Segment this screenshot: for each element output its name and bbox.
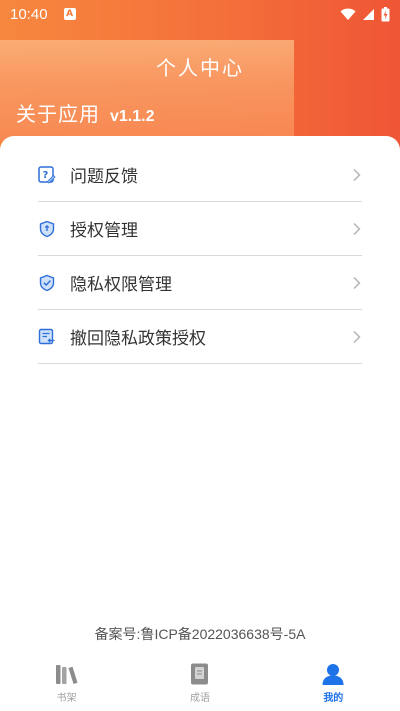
revoke-icon xyxy=(38,328,56,346)
tab-idioms[interactable]: 成语 xyxy=(133,656,266,711)
settings-menu: ? 问题反馈 授权管理 隐私权限管理 撤回隐私政策授权 xyxy=(38,148,362,364)
menu-item-privacy-permissions[interactable]: 隐私权限管理 xyxy=(38,256,362,310)
menu-item-feedback[interactable]: ? 问题反馈 xyxy=(38,148,362,202)
status-bar: 10:40 A xyxy=(0,0,400,28)
signal-icon xyxy=(363,8,374,20)
shield-icon xyxy=(38,220,56,238)
chevron-right-icon xyxy=(353,276,361,289)
tab-mine[interactable]: 我的 xyxy=(267,656,400,711)
battery-icon xyxy=(381,6,390,21)
about-app-label: 关于应用 xyxy=(16,102,100,126)
chevron-right-icon xyxy=(353,222,361,235)
menu-item-label: 隐私权限管理 xyxy=(70,275,172,295)
status-time: 10:40 xyxy=(10,5,48,23)
idiom-book-icon xyxy=(190,663,208,685)
about-app: 关于应用 v1.1.2 xyxy=(16,98,154,127)
chevron-right-icon xyxy=(353,168,361,181)
wifi-icon xyxy=(340,8,356,20)
menu-item-authorization[interactable]: 授权管理 xyxy=(38,202,362,256)
shield-check-icon xyxy=(38,274,56,292)
menu-item-label: 问题反馈 xyxy=(70,167,138,187)
notification-badge-icon: A xyxy=(63,8,76,20)
icp-record-number: 备案号:鲁ICP备2022036638号-5A xyxy=(94,626,306,642)
app-version: v1.1.2 xyxy=(110,108,155,125)
page-title: 个人中心 xyxy=(156,56,244,80)
tab-label: 我的 xyxy=(323,693,344,704)
tab-bookshelf[interactable]: 书架 xyxy=(0,656,133,711)
bottom-tab-bar: 书架 成语 我的 xyxy=(0,656,400,711)
menu-item-revoke-privacy[interactable]: 撤回隐私政策授权 xyxy=(38,310,362,364)
feedback-icon: ? xyxy=(38,165,56,184)
svg-text:?: ? xyxy=(43,170,49,181)
content-card: ? 问题反馈 授权管理 隐私权限管理 撤回隐私政策授权 xyxy=(0,136,400,656)
person-icon xyxy=(322,664,344,685)
menu-item-label: 授权管理 xyxy=(70,221,138,241)
books-icon xyxy=(55,665,78,684)
tab-label: 书架 xyxy=(56,693,77,704)
tab-label: 成语 xyxy=(189,693,210,704)
menu-item-label: 撤回隐私政策授权 xyxy=(70,329,206,349)
chevron-right-icon xyxy=(353,330,361,343)
